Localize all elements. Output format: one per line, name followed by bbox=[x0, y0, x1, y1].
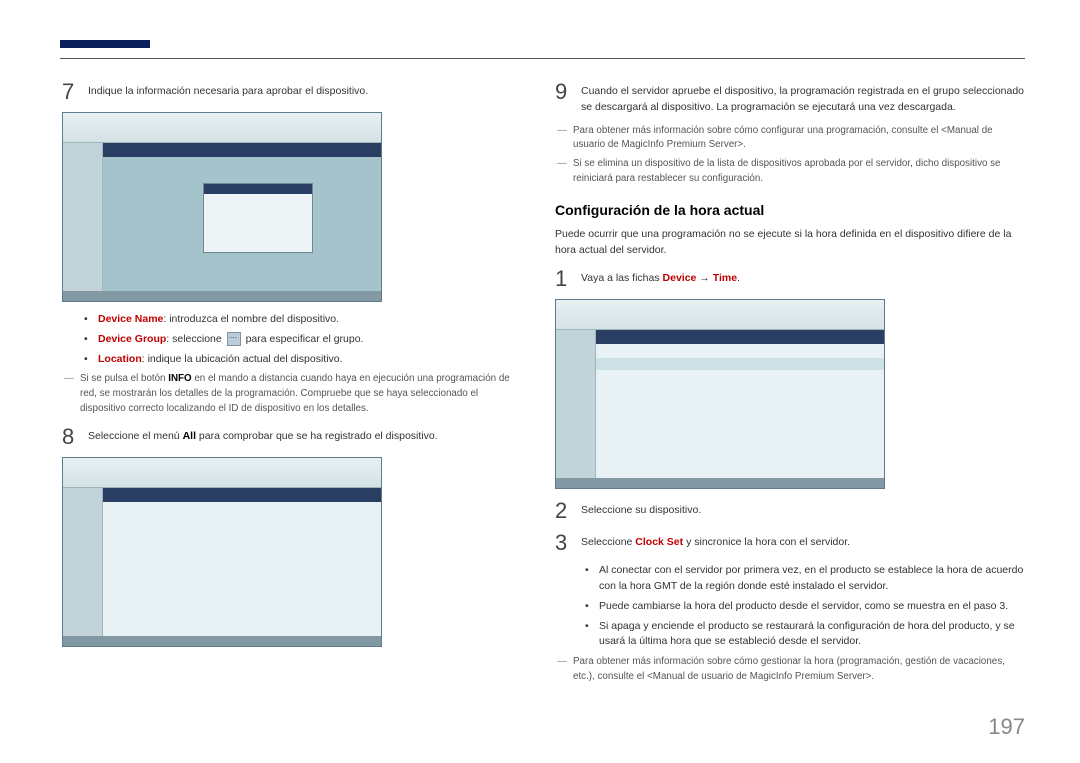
step-text: Seleccione el menú All para comprobar qu… bbox=[88, 425, 522, 445]
step-number: 3 bbox=[555, 531, 581, 555]
step-number: 7 bbox=[62, 80, 88, 104]
field-label: Location bbox=[98, 353, 142, 365]
field-label: Device Group bbox=[98, 333, 166, 345]
header-accent-bar bbox=[60, 40, 150, 48]
step-text: Seleccione su dispositivo. bbox=[581, 499, 1027, 519]
step-8: 8 Seleccione el menú All para comprobar … bbox=[62, 425, 522, 449]
heading-time-config: Configuración de la hora actual bbox=[555, 200, 1027, 221]
step-9: 9 Cuando el servidor apruebe el disposit… bbox=[555, 80, 1027, 116]
step-number: 9 bbox=[555, 80, 581, 104]
page-number: 197 bbox=[988, 710, 1025, 743]
field-label: Device Name bbox=[98, 313, 163, 325]
time-step-2: 2 Seleccione su dispositivo. bbox=[555, 499, 1027, 523]
left-column: 7 Indique la información necesaria para … bbox=[62, 80, 522, 657]
step-text: Vaya a las fichas Device → Time. bbox=[581, 267, 1027, 287]
note-device-removed: Si se elimina un dispositivo de la lista… bbox=[559, 157, 1027, 186]
right-column: 9 Cuando el servidor apruebe el disposit… bbox=[555, 80, 1027, 688]
list-item: Puede cambiarse la hora del producto des… bbox=[589, 599, 1027, 615]
screenshot-device-time bbox=[555, 299, 885, 489]
screenshot-all-menu bbox=[62, 457, 382, 647]
step-text: Indique la información necesaria para ap… bbox=[88, 80, 522, 100]
field-description-list: Device Name: introduzca el nombre del di… bbox=[76, 312, 522, 367]
list-item: Location: indique la ubicación actual de… bbox=[88, 352, 522, 368]
list-item: Device Name: introduzca el nombre del di… bbox=[88, 312, 522, 328]
note-more-info: Para obtener más información sobre cómo … bbox=[559, 124, 1027, 153]
step-number: 1 bbox=[555, 267, 581, 291]
screenshot-approve-dialog bbox=[62, 112, 382, 302]
note-time-management: Para obtener más información sobre cómo … bbox=[559, 655, 1027, 684]
step-number: 8 bbox=[62, 425, 88, 449]
list-item: Device Group: seleccione para especifica… bbox=[88, 332, 522, 348]
step-text: Cuando el servidor apruebe el dispositiv… bbox=[581, 80, 1027, 116]
list-item: Si apaga y enciende el producto se resta… bbox=[589, 619, 1027, 651]
note-info-button: Si se pulsa el botón INFO en el mando a … bbox=[66, 372, 522, 416]
time-step-3: 3 Seleccione Clock Set y sincronice la h… bbox=[555, 531, 1027, 555]
time-intro-text: Puede ocurrir que una programación no se… bbox=[555, 227, 1027, 259]
list-item: Al conectar con el servidor por primera … bbox=[589, 563, 1027, 595]
group-picker-icon bbox=[227, 332, 241, 346]
step-number: 2 bbox=[555, 499, 581, 523]
step-text: Seleccione Clock Set y sincronice la hor… bbox=[581, 531, 1027, 551]
step-7: 7 Indique la información necesaria para … bbox=[62, 80, 522, 104]
time-notes-list: Al conectar con el servidor por primera … bbox=[577, 563, 1027, 650]
header-rule bbox=[60, 58, 1025, 59]
time-step-1: 1 Vaya a las fichas Device → Time. bbox=[555, 267, 1027, 291]
